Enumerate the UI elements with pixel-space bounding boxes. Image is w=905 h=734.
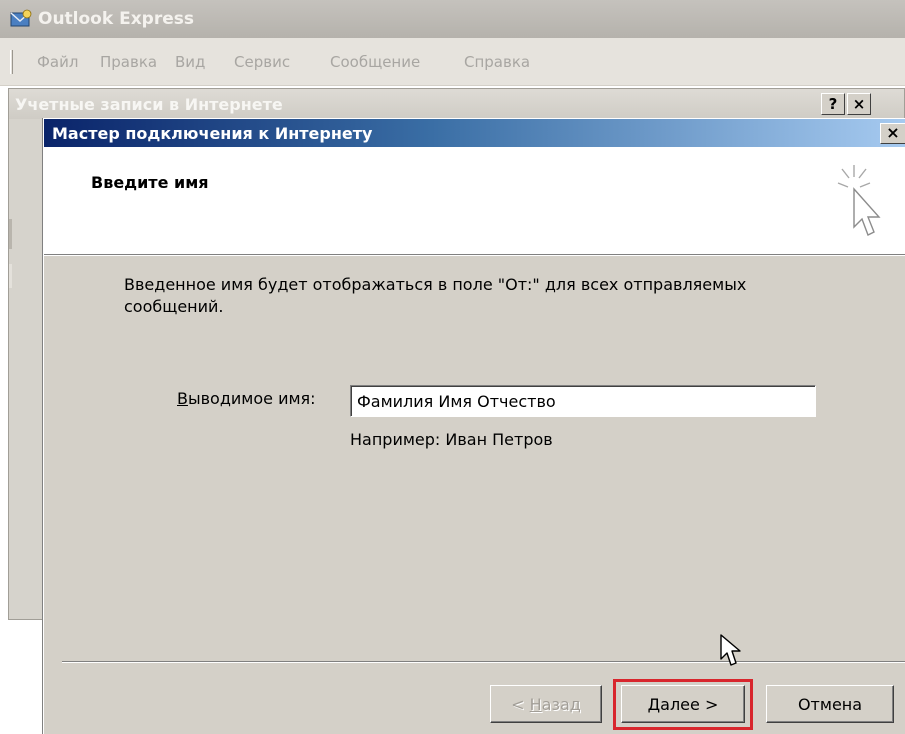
back-button[interactable]: < Назад xyxy=(490,685,602,723)
connection-wizard: Мастер подключения к Интернету × Введите… xyxy=(43,118,905,734)
outlook-title: Outlook Express xyxy=(38,9,194,29)
accounts-close-button[interactable]: × xyxy=(847,93,871,115)
back-arrow: < xyxy=(511,694,530,714)
display-name-mnemonic: В xyxy=(177,389,188,408)
accounts-titlebar: Учетные записи в Интернете ? × xyxy=(9,89,904,119)
cancel-button[interactable]: Отмена xyxy=(766,685,894,723)
menu-edit[interactable]: Правка xyxy=(100,53,157,71)
accounts-help-button[interactable]: ? xyxy=(821,93,845,115)
wizard-header: Введите имя xyxy=(44,147,905,255)
mouse-pointer-icon xyxy=(719,633,743,673)
back-mnemonic: Н xyxy=(529,694,542,714)
wizard-cursor-icon xyxy=(830,161,882,247)
accounts-remnant xyxy=(9,219,12,249)
accounts-title: Учетные записи в Интернете xyxy=(15,95,283,114)
menu-file[interactable]: Файл xyxy=(37,53,78,71)
back-label: азад xyxy=(541,694,581,714)
wizard-separator xyxy=(62,661,905,663)
outlook-menubar: Файл Правка Вид Сервис Сообщение Справка xyxy=(0,38,905,86)
menubar-grip xyxy=(10,50,13,74)
display-name-label: Выводимое имя: xyxy=(177,389,316,408)
wizard-titlebar: Мастер подключения к Интернету × xyxy=(44,119,905,147)
wizard-heading: Введите имя xyxy=(91,173,209,192)
menu-tools[interactable]: Сервис xyxy=(234,53,290,71)
accounts-remnant xyxy=(9,264,12,288)
menu-help[interactable]: Справка xyxy=(464,53,530,71)
wizard-title: Мастер подключения к Интернету xyxy=(52,124,373,143)
wizard-description: Введенное имя будет отображаться в поле … xyxy=(124,275,747,316)
menu-message[interactable]: Сообщение xyxy=(330,53,420,71)
wizard-close-button[interactable]: × xyxy=(880,123,905,144)
menu-view[interactable]: Вид xyxy=(175,53,205,71)
outlook-express-icon xyxy=(10,9,32,29)
display-name-input[interactable] xyxy=(350,385,816,417)
next-button-highlight xyxy=(613,679,753,730)
outlook-titlebar: Outlook Express xyxy=(0,0,905,38)
display-name-label-text: ыводимое имя: xyxy=(187,389,316,408)
display-name-example: Например: Иван Петров xyxy=(350,430,553,449)
